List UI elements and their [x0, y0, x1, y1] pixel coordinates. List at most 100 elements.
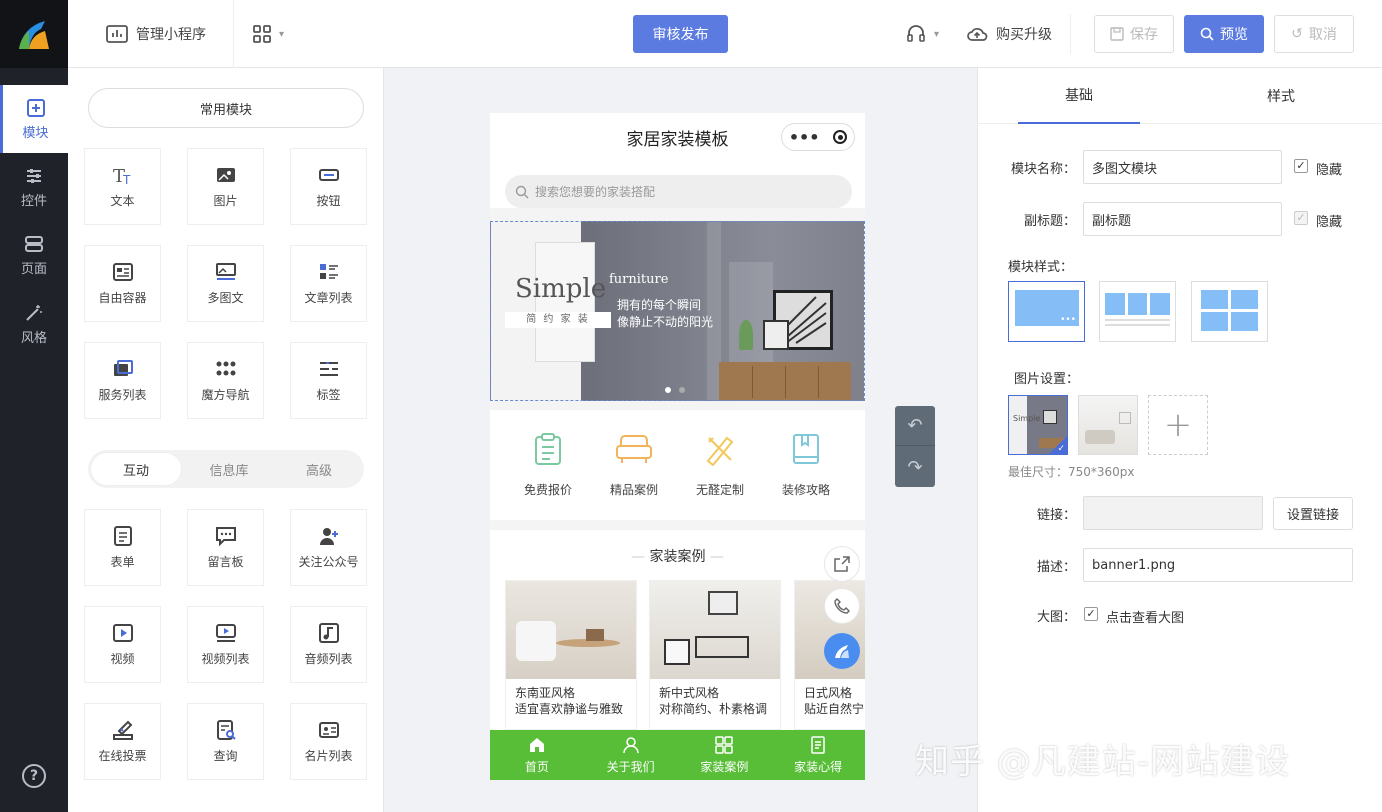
image-thumb-selected[interactable]: Simple ✓ [1008, 395, 1068, 455]
style-option-carousel[interactable]: ••• [1008, 281, 1085, 342]
save-button[interactable]: 保存 [1094, 15, 1174, 53]
section-title-text: 家装案例 [649, 549, 706, 565]
redo-icon[interactable]: ↷ [895, 447, 935, 487]
rail-item-modules[interactable]: 模块 [0, 85, 68, 153]
banner-line1: 拥有的每个瞬间 [617, 298, 702, 312]
module-tile[interactable]: 文章列表 [290, 245, 367, 322]
description-input[interactable]: banner1.png [1083, 548, 1353, 582]
service-list-icon [113, 360, 133, 376]
apps-dropdown[interactable]: ▾ [253, 0, 284, 68]
nav-item-guide[interactable]: 装修攻略 [764, 432, 848, 498]
search-bar[interactable]: 搜索您想要的家装搭配 [505, 175, 852, 208]
set-link-label: 设置链接 [1286, 508, 1339, 523]
module-tile[interactable]: 视频列表 [187, 606, 264, 683]
card-list-icon [318, 722, 339, 738]
case-title: 东南亚风格 [515, 686, 576, 700]
link-label: 链接： [1036, 508, 1076, 523]
subtitle-value: 副标题 [1092, 213, 1132, 229]
nav-item-quote[interactable]: 免费报价 [506, 432, 590, 498]
tab-about[interactable]: 关于我们 [584, 730, 678, 780]
common-modules-header[interactable]: 常用模块 [88, 88, 364, 128]
cancel-button[interactable]: ↺ 取消 [1274, 15, 1354, 53]
user-icon [622, 736, 639, 753]
module-label: 文章列表 [304, 291, 353, 305]
add-image-button[interactable]: + [1148, 395, 1208, 455]
share-button[interactable] [824, 546, 860, 582]
module-name-input[interactable]: 多图文模块 [1083, 150, 1282, 184]
module-tile[interactable]: 图片 [187, 148, 264, 225]
tab-experience[interactable]: 家装心得 [771, 730, 865, 780]
module-tile[interactable]: 表单 [84, 509, 161, 586]
tab-label: 关于我们 [606, 759, 655, 774]
phone-call-button[interactable] [824, 588, 860, 624]
module-tile[interactable]: 在线投票 [84, 703, 161, 780]
support-dropdown[interactable]: ▾ [906, 0, 939, 68]
tab-info-library[interactable]: 信息库 [184, 450, 274, 488]
module-tabs: 互动 信息库 高级 [88, 450, 364, 488]
rail-item-pages[interactable]: 页面 [0, 221, 68, 289]
carousel-dot-active[interactable] [665, 387, 671, 393]
case-image [506, 581, 636, 679]
module-tile[interactable]: 自由容器 [84, 245, 161, 322]
tab-advanced[interactable]: 高级 [274, 450, 364, 488]
case-desc: 贴近自然宁 [804, 702, 865, 716]
tag-icon [319, 362, 338, 376]
brand-float-button[interactable] [824, 633, 860, 669]
subtitle-input[interactable]: 副标题 [1083, 202, 1282, 236]
module-tile[interactable]: 服务列表 [84, 342, 161, 419]
tab-basic[interactable]: 基础 [1018, 68, 1140, 124]
carousel-dot[interactable] [679, 387, 685, 393]
banner[interactable]: Simple 简 约 家 装 furniture 拥有的每个瞬间 像静止不动的阳… [490, 221, 865, 401]
module-tile[interactable]: 留言板 [187, 509, 264, 586]
module-tile[interactable]: 关注公众号 [290, 509, 367, 586]
button-icon [318, 169, 339, 181]
module-tile[interactable]: 视频 [84, 606, 161, 683]
close-circle-icon[interactable] [833, 130, 848, 144]
more-icon[interactable]: ••• [789, 128, 820, 147]
capsule-buttons[interactable]: ••• [781, 123, 855, 151]
banner-simple: Simple [515, 274, 607, 304]
module-tile[interactable]: 按钮 [290, 148, 367, 225]
video-list-icon [215, 624, 236, 642]
manage-miniprogram-link[interactable]: 管理小程序 [106, 0, 206, 68]
module-tile[interactable]: 查询 [187, 703, 264, 780]
module-tile[interactable]: 标签 [290, 342, 367, 419]
image-thumb[interactable] [1078, 395, 1138, 455]
module-label: 文本 [110, 194, 135, 208]
rail-item-controls[interactable]: 控件 [0, 153, 68, 221]
app-logo[interactable] [0, 0, 68, 68]
hide-checkbox[interactable]: ✓ [1294, 159, 1308, 173]
module-tile[interactable]: 名片列表 [290, 703, 367, 780]
subtitle-hide-checkbox[interactable]: ✓ [1294, 211, 1308, 225]
save-icon [1110, 27, 1124, 41]
tab-home[interactable]: 首页 [490, 730, 584, 780]
link-input[interactable] [1083, 496, 1263, 530]
tab-style[interactable]: 样式 [1220, 68, 1342, 124]
style-option-grid[interactable] [1191, 281, 1268, 342]
set-link-button[interactable]: 设置链接 [1273, 497, 1353, 530]
module-tile[interactable]: 多图文 [187, 245, 264, 322]
module-tile[interactable]: 魔方导航 [187, 342, 264, 419]
case-card[interactable]: 东南亚风格 适宜喜欢静谧与雅致 [505, 580, 637, 730]
common-modules-label: 常用模块 [199, 102, 252, 118]
nav-item-cases[interactable]: 精品案例 [592, 432, 676, 498]
large-image-checkbox[interactable]: ✓ [1084, 607, 1098, 621]
preview-button[interactable]: 预览 [1184, 15, 1264, 53]
undo-icon[interactable]: ↶ [895, 406, 935, 446]
module-tile[interactable]: T T 文本 [84, 148, 161, 225]
rail-item-style[interactable]: 风格 [0, 290, 68, 358]
style-option-three-col[interactable] [1099, 281, 1176, 342]
help-icon[interactable]: ? [22, 764, 46, 788]
tab-cases[interactable]: 家装案例 [678, 730, 772, 780]
case-card[interactable]: 新中式风格 对称简约、朴素格调 [649, 580, 781, 730]
home-icon [529, 737, 544, 752]
nav-item-custom[interactable]: 无醛定制 [678, 432, 762, 498]
publish-button[interactable]: 审核发布 [633, 15, 728, 53]
tab-interactive[interactable]: 互动 [90, 452, 182, 486]
tab-label: 高级 [305, 463, 332, 479]
search-placeholder: 搜索您想要的家装搭配 [535, 185, 656, 199]
upgrade-link[interactable]: 购买升级 [966, 0, 1052, 68]
form-icon [113, 526, 132, 546]
plant [739, 320, 753, 350]
module-tile[interactable]: 音频列表 [290, 606, 367, 683]
